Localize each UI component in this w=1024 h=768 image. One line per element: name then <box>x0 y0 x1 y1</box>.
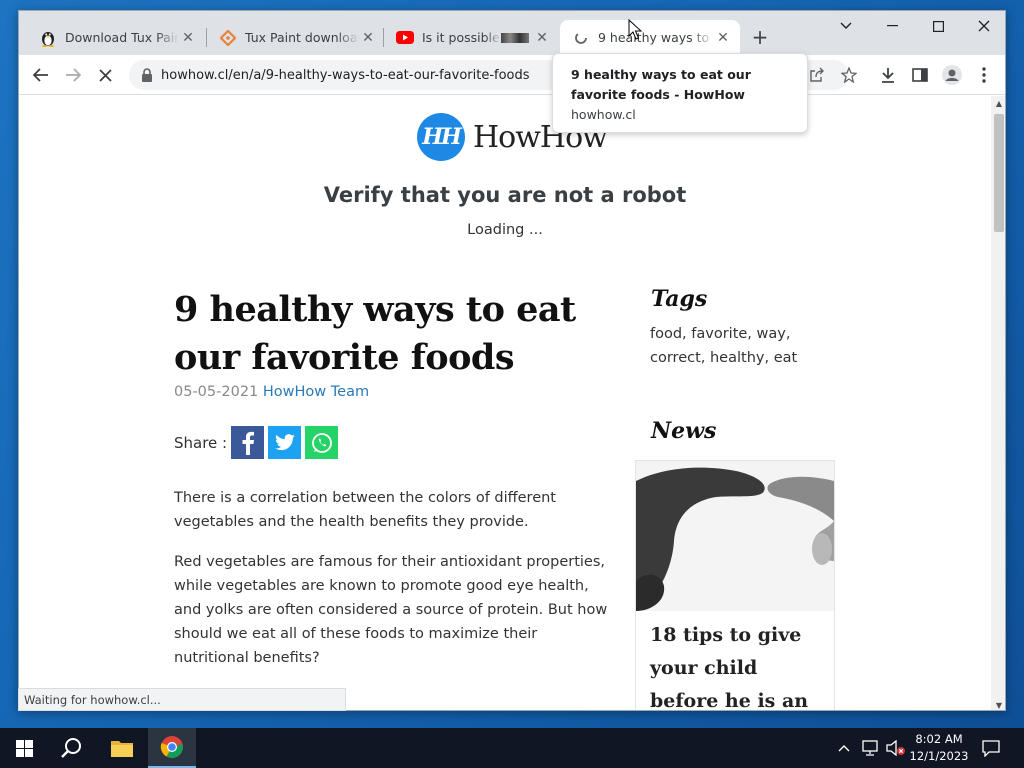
logo-badge: HH <box>417 113 465 161</box>
lock-icon <box>142 68 152 82</box>
article-title: 9 healthy ways to eat our favorite foods <box>174 289 576 378</box>
volume-muted-icon[interactable] <box>886 740 906 756</box>
author-link[interactable]: HowHow Team <box>263 384 369 400</box>
share-label: Share : <box>174 433 228 452</box>
close-tab-icon[interactable]: ✕ <box>359 29 377 47</box>
status-bubble: Waiting for howhow.cl... <box>18 688 346 711</box>
windows-start-icon[interactable] <box>0 728 48 768</box>
tux-penguin-icon <box>39 29 57 47</box>
search-icon[interactable] <box>48 728 96 768</box>
chrome-taskbar-icon[interactable] <box>148 728 196 768</box>
new-tab-plus-icon[interactable]: + <box>749 25 771 49</box>
kebab-menu-icon[interactable] <box>970 61 998 89</box>
tooltip-title: 9 healthy ways to eat our favorite foods… <box>571 67 751 102</box>
tab-tux-paint-download-2[interactable]: Tux Paint download | ✕ <box>207 20 385 55</box>
facebook-icon[interactable] <box>231 426 265 459</box>
news-title[interactable]: 18 tips to give your child before he is … <box>636 611 834 710</box>
verify-heading: Verify that you are not a robot <box>323 183 687 207</box>
close-tab-icon[interactable]: ✕ <box>714 29 732 47</box>
share-bar: Share : <box>174 426 339 459</box>
close-window-icon[interactable] <box>961 11 1005 41</box>
maximize-icon[interactable] <box>915 11 961 41</box>
forward-arrow-icon[interactable] <box>59 61 87 89</box>
tab-title: Download Tux Paint f <box>65 30 179 45</box>
taskbar: 8:02 AM 12/1/2023 <box>0 728 1024 768</box>
file-explorer-icon[interactable] <box>98 728 146 768</box>
url-text: howhow.cl/en/a/9-healthy-ways-to-eat-our… <box>161 67 530 83</box>
loading-spinner-icon <box>572 29 590 47</box>
tags-heading: Tags <box>651 286 708 312</box>
chevron-up-icon[interactable] <box>838 740 850 756</box>
profile-avatar-icon[interactable] <box>938 61 966 89</box>
tab-tux-paint-download[interactable]: Download Tux Paint f ✕ <box>27 20 205 55</box>
notification-icon[interactable] <box>982 739 1000 757</box>
stop-loading-icon[interactable] <box>91 61 119 89</box>
network-icon[interactable] <box>862 740 880 756</box>
scroll-up-arrow-icon[interactable]: ▲ <box>991 96 1005 110</box>
youtube-icon <box>396 29 414 47</box>
bookmark-star-icon[interactable] <box>835 61 863 89</box>
tooltip-url: howhow.cl <box>571 107 636 122</box>
news-heading: News <box>651 418 717 444</box>
clock-time: 8:02 AM <box>915 732 963 746</box>
twitter-icon[interactable] <box>268 426 302 459</box>
mouse-cursor-icon <box>628 19 642 40</box>
system-clock[interactable]: 8:02 AM 12/1/2023 <box>908 731 970 765</box>
close-tab-icon[interactable]: ✕ <box>533 29 551 47</box>
tab-healthy-ways-active[interactable]: 9 healthy ways to eat ✕ <box>560 20 740 55</box>
page-content: HH HowHow Verify that you are not a robo… <box>19 96 991 710</box>
page-scrollbar[interactable]: ▲ ▼ <box>991 96 1005 710</box>
scroll-thumb[interactable] <box>994 114 1004 232</box>
tab-title: Tux Paint download | <box>245 30 359 45</box>
article-meta: 05-05-2021 HowHow Team <box>174 384 369 400</box>
article-paragraph: There is a correlation between the color… <box>174 490 556 530</box>
side-panel-icon[interactable] <box>906 61 934 89</box>
back-arrow-icon[interactable] <box>27 61 55 89</box>
scroll-down-arrow-icon[interactable]: ▼ <box>991 698 1005 710</box>
news-card[interactable]: 18 tips to give your child before he is … <box>635 460 835 710</box>
clock-date: 12/1/2023 <box>909 749 969 763</box>
loading-text: Loading ... <box>467 222 543 238</box>
tags-list[interactable]: food, favorite, way, correct, healthy, e… <box>650 322 810 370</box>
blurred-title-fragment <box>501 32 529 43</box>
download-icon[interactable] <box>874 61 902 89</box>
orange-diamond-icon <box>219 29 237 47</box>
browser-window: Download Tux Paint f ✕ Tux Paint downloa… <box>18 10 1006 711</box>
news-thumbnail-image <box>636 461 834 611</box>
chevron-down-icon[interactable] <box>823 11 869 41</box>
tab-youtube-video[interactable]: Is it possible to ✕ <box>384 20 559 55</box>
browser-toolbar: howhow.cl/en/a/9-healthy-ways-to-eat-our… <box>19 55 1005 95</box>
tab-title: 9 healthy ways to eat <box>598 30 714 45</box>
whatsapp-icon[interactable] <box>305 426 339 459</box>
tab-strip: Download Tux Paint f ✕ Tux Paint downloa… <box>19 11 1005 55</box>
tab-title: Is it possible to <box>422 30 501 45</box>
article-paragraph: Red vegetables are famous for their anti… <box>174 554 608 666</box>
minimize-icon[interactable] <box>869 11 915 41</box>
tab-hover-tooltip: 9 healthy ways to eat our favorite foods… <box>552 53 808 133</box>
close-tab-icon[interactable]: ✕ <box>179 29 197 47</box>
article-date: 05-05-2021 <box>174 384 259 400</box>
